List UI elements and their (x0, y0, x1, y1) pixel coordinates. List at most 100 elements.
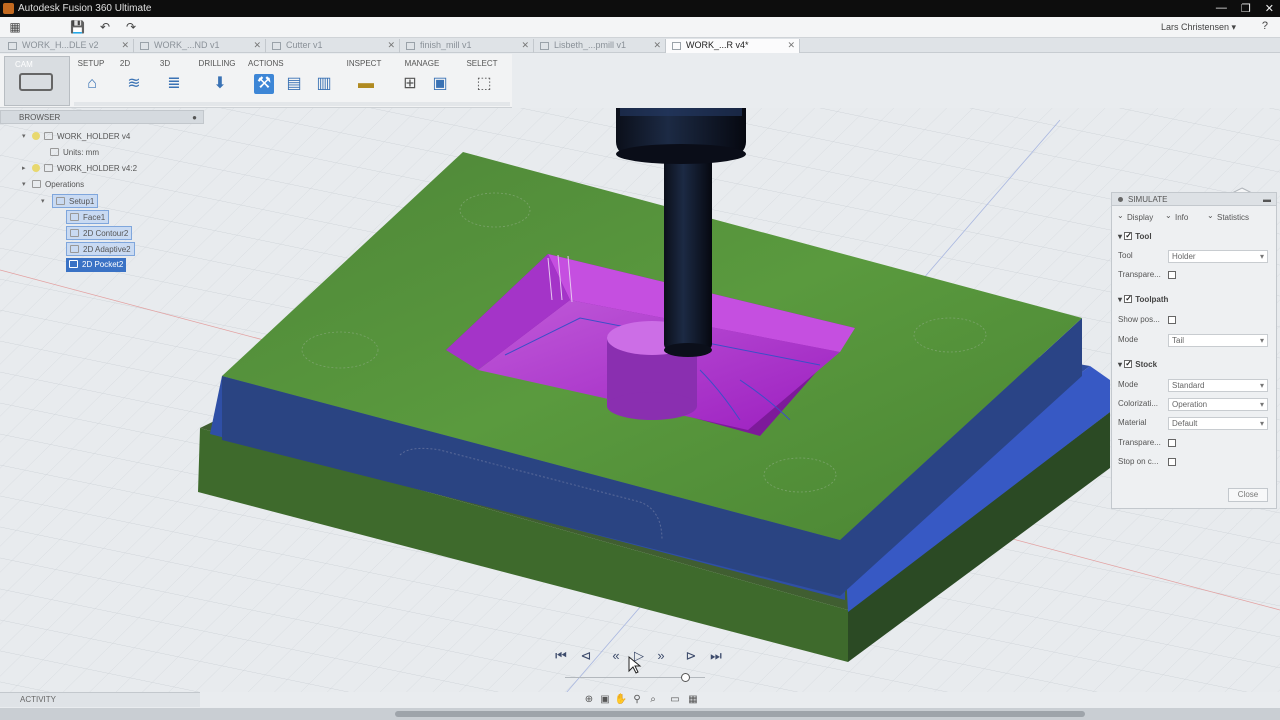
stock-mode-select[interactable]: Standard (1168, 379, 1268, 392)
close-button[interactable]: Close (1228, 488, 1268, 502)
close-tab-icon[interactable]: ✕ (787, 39, 795, 52)
simulate-icon[interactable]: ⚒ (254, 74, 274, 94)
look-at-icon[interactable]: ▣ (598, 693, 612, 707)
playback-slider[interactable] (565, 673, 705, 683)
skip-end-icon[interactable]: ⏭ (705, 646, 727, 666)
tree-node-adaptive[interactable]: 2D Adaptive2 (66, 242, 135, 256)
horizontal-scrollbar[interactable] (395, 711, 1085, 717)
simulate-tabs: Display Info Statistics (1115, 209, 1273, 225)
visibility-bulb-icon[interactable] (32, 132, 40, 140)
colorization-select[interactable]: Operation (1168, 398, 1268, 411)
tab-work-holder-v2[interactable]: WORK_H...DLE v2 ✕ (2, 39, 134, 53)
step-forward-icon[interactable]: » (650, 646, 672, 666)
tool-section-checkbox[interactable] (1124, 229, 1133, 243)
grid-settings-icon[interactable]: ▦ (686, 693, 700, 707)
activity-bar[interactable]: ACTIVITY (0, 692, 200, 707)
post-process-icon[interactable]: ▤ (284, 74, 304, 94)
stock-mode-label: Mode (1118, 380, 1139, 389)
measure-icon[interactable]: ▬ (356, 74, 376, 94)
tab-display[interactable]: Display (1115, 209, 1153, 225)
redo-icon[interactable]: ↷ (124, 20, 138, 34)
model-canvas[interactable] (0, 108, 1280, 692)
stock-section-header[interactable]: ▾ Stock (1118, 357, 1157, 372)
stock-transparent-checkbox[interactable] (1168, 439, 1176, 447)
document-icon (406, 42, 415, 50)
tab-finish-mill-v1[interactable]: finish_mill v1 ✕ (400, 39, 534, 53)
tree-node-contour[interactable]: 2D Contour2 (66, 226, 133, 240)
close-tab-icon[interactable]: ✕ (387, 39, 395, 52)
close-window-button[interactable]: ✕ (1265, 2, 1274, 15)
toolpath-mode-select[interactable]: Tail (1168, 334, 1268, 347)
tab-cutter-v1[interactable]: Cutter v1 ✕ (266, 39, 400, 53)
window-title: Autodesk Fusion 360 Ultimate (18, 3, 152, 14)
colorization-label: Colorizati... (1118, 399, 1159, 408)
next-step-icon[interactable]: ⊳ (680, 646, 702, 666)
tree-node-pocket[interactable]: 2D Pocket2 (66, 258, 127, 272)
stop-on-collision-checkbox[interactable] (1168, 458, 1176, 466)
save-icon[interactable]: 💾 (70, 20, 85, 34)
tool-library-icon[interactable]: ⊞ (400, 74, 420, 94)
3d-toolpath-icon[interactable]: ≣ (164, 74, 184, 94)
document-icon (140, 42, 149, 50)
close-tab-icon[interactable]: ✕ (521, 39, 529, 52)
close-tab-icon[interactable]: ✕ (121, 39, 129, 52)
tree-node-operations[interactable]: ▾ Operations (22, 178, 84, 192)
collapse-arrow-icon[interactable]: ▾ (22, 130, 26, 144)
tab-work-holder-v4[interactable]: WORK_...R v4* ✕ (666, 39, 800, 53)
tree-node-component[interactable]: ▸ WORK_HOLDER v4:2 (22, 162, 137, 176)
drilling-group: DRILLING ⬇ (194, 54, 240, 108)
step-back-icon[interactable]: « (605, 646, 627, 666)
collapse-arrow-icon[interactable]: ▾ (22, 178, 26, 192)
skip-start-icon[interactable]: ⏮ (550, 646, 572, 666)
orbit-icon[interactable]: ⊕ (582, 693, 596, 707)
grid-icon[interactable]: ▦ (8, 20, 22, 34)
visibility-bulb-icon[interactable] (32, 164, 40, 172)
toolpath-section-checkbox[interactable] (1124, 292, 1133, 306)
3d-viewport[interactable] (0, 108, 1280, 692)
tab-statistics[interactable]: Statistics (1205, 209, 1249, 225)
browser-header[interactable]: BROWSER ● (0, 110, 204, 124)
workspace-switcher[interactable]: CAM (4, 56, 70, 106)
tree-node-root[interactable]: ▾ WORK_HOLDER v4 (22, 130, 130, 144)
tree-node-units[interactable]: Units: mm (50, 146, 99, 160)
tree-node-face[interactable]: Face1 (66, 210, 110, 224)
fit-icon[interactable]: ⌕ (646, 693, 660, 707)
show-position-checkbox[interactable] (1168, 316, 1176, 324)
collapse-panel-icon[interactable]: ▬ (1263, 193, 1271, 206)
toolpath-section-header[interactable]: ▾ Toolpath (1118, 292, 1168, 307)
2d-toolpath-icon[interactable]: ≋ (124, 74, 144, 94)
collapse-arrow-icon[interactable]: ▾ (41, 195, 45, 209)
setup-sheet-icon[interactable]: ▥ (314, 74, 334, 94)
prev-step-icon[interactable]: ⊲ (575, 646, 597, 666)
2d-group: 2D ≋ (110, 54, 141, 108)
expand-arrow-icon[interactable]: ▸ (22, 162, 26, 176)
tool-section-header[interactable]: ▾ Tool (1118, 229, 1152, 244)
user-menu[interactable]: Lars Christensen ▾ (1161, 22, 1236, 33)
slider-thumb[interactable] (680, 673, 690, 682)
drill-icon[interactable]: ⬇ (210, 74, 230, 94)
template-library-icon[interactable]: ▣ (430, 74, 450, 94)
pocket-op-icon (69, 260, 78, 268)
tab-endmill-v1[interactable]: Lisbeth_...pmill v1 ✕ (534, 39, 666, 53)
pin-icon[interactable]: ● (192, 111, 197, 124)
display-settings-icon[interactable]: ▭ (668, 693, 682, 707)
pan-icon[interactable]: ✋ (614, 693, 628, 707)
setup-icon[interactable]: ⌂ (82, 74, 102, 94)
zoom-icon[interactable]: ⚲ (630, 693, 644, 707)
tab-work-nd-v1[interactable]: WORK_...ND v1 ✕ (134, 39, 266, 53)
tab-info[interactable]: Info (1163, 209, 1188, 225)
setup-icon (56, 197, 65, 205)
select-icon[interactable]: ⬚ (474, 74, 494, 94)
minimize-button[interactable]: — (1216, 2, 1227, 15)
stock-section-checkbox[interactable] (1124, 357, 1133, 371)
simulate-header[interactable]: SIMULATE ▬ (1112, 193, 1276, 206)
undo-icon[interactable]: ↶ (98, 20, 112, 34)
tool-display-select[interactable]: Holder (1168, 250, 1268, 263)
maximize-button[interactable]: ❐ (1241, 2, 1251, 15)
help-button[interactable]: ? (1262, 20, 1268, 32)
tree-node-setup[interactable]: ▾ Setup1 (41, 194, 99, 208)
close-tab-icon[interactable]: ✕ (653, 39, 661, 52)
material-select[interactable]: Default (1168, 417, 1268, 430)
tool-transparent-checkbox[interactable] (1168, 271, 1176, 279)
close-tab-icon[interactable]: ✕ (253, 39, 261, 52)
